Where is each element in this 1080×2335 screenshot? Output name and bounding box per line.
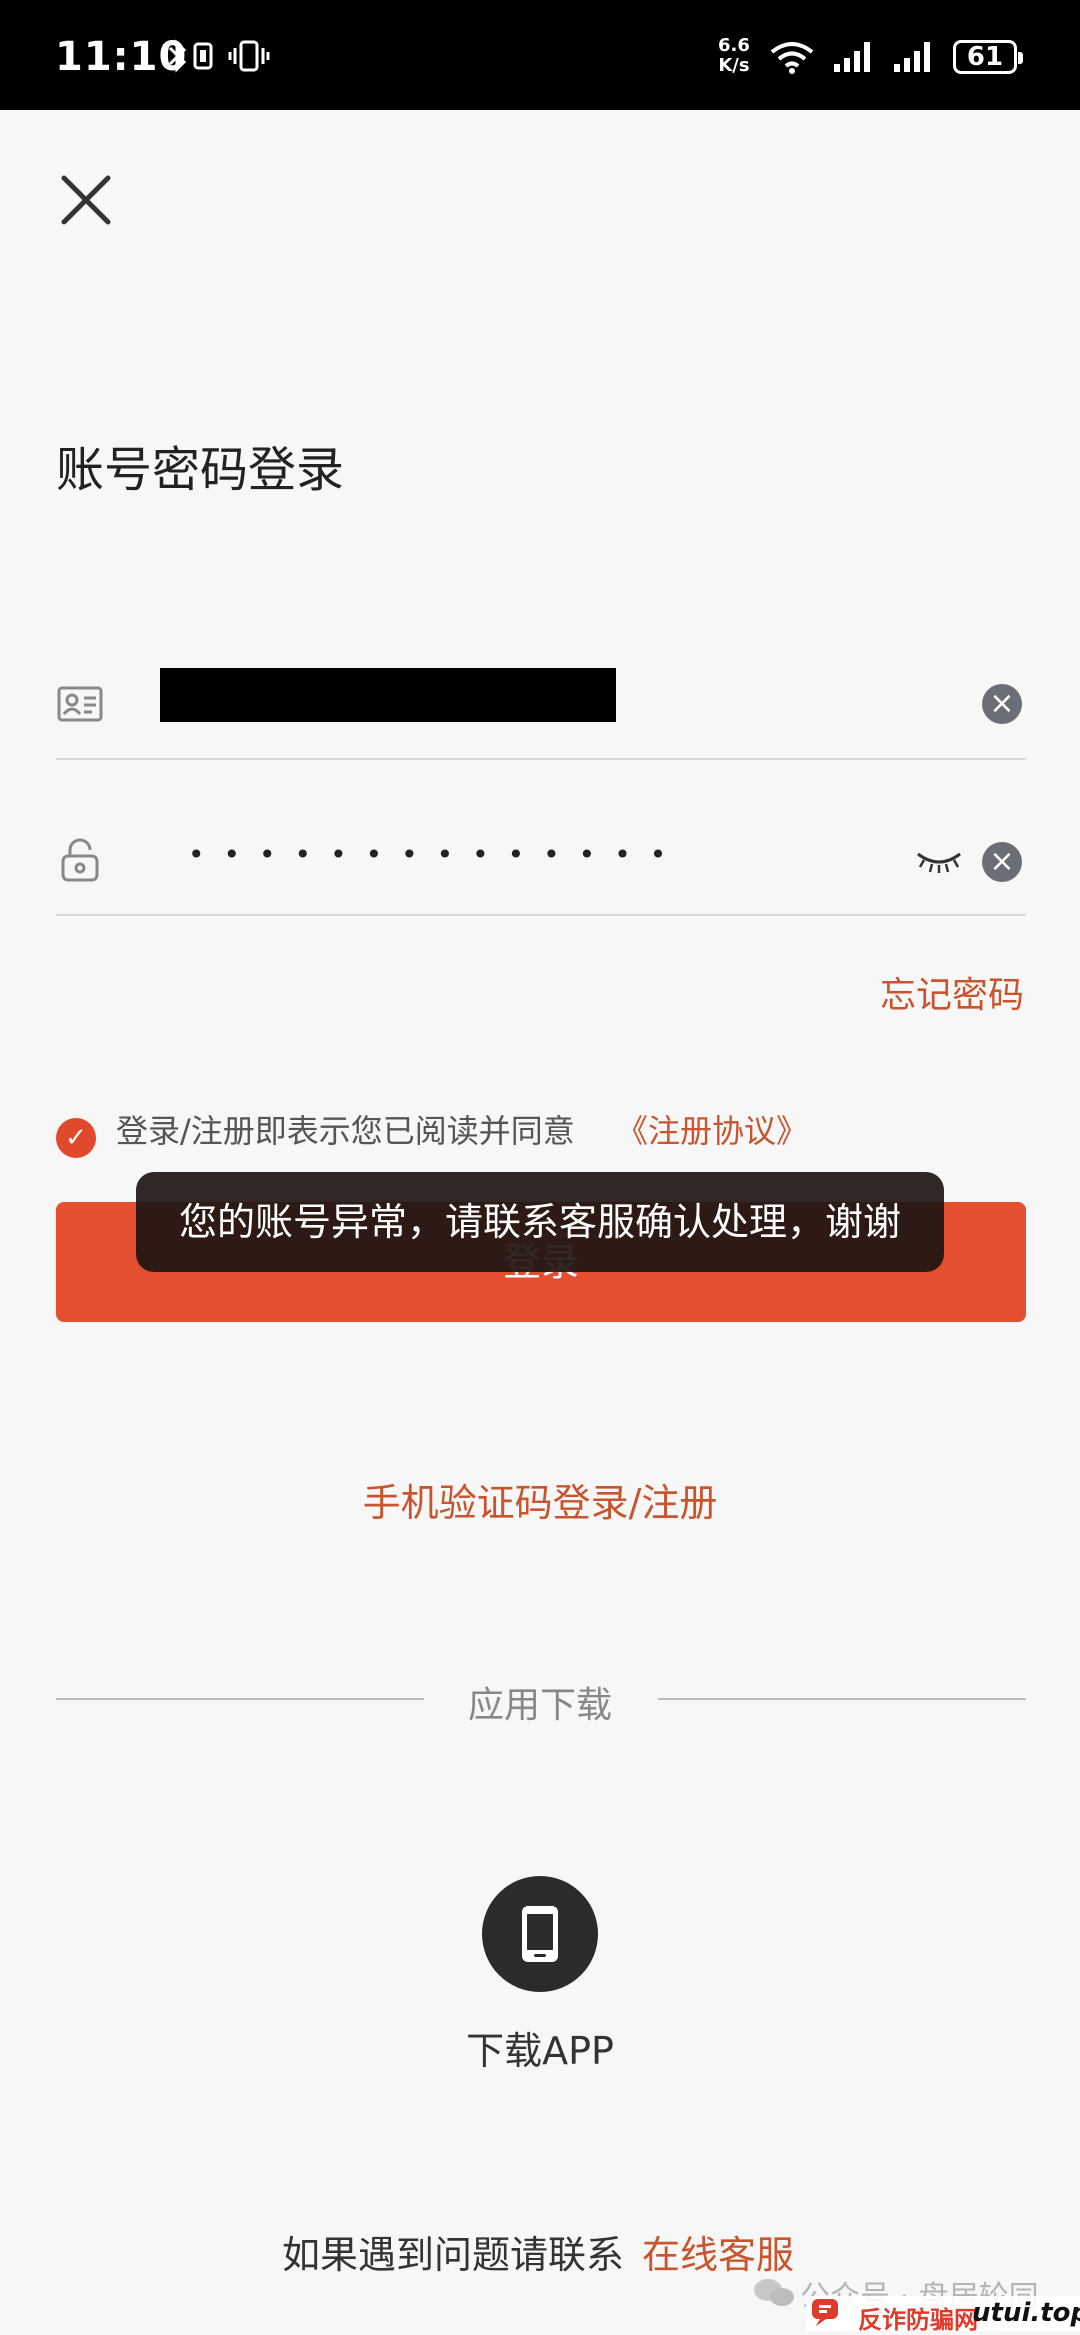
lock-icon: [61, 838, 99, 882]
sms-login-link[interactable]: 手机验证码登录/注册: [0, 1472, 1080, 1527]
password-input[interactable]: ••••••••••••••: [188, 838, 685, 871]
phone-icon: [522, 1906, 558, 1962]
net-speed: 6.6 K/s: [718, 36, 750, 76]
shield-logo-icon: [812, 2299, 838, 2326]
net-speed-value: 6.6: [718, 35, 750, 56]
id-card-icon: [57, 686, 103, 722]
account-divider: [56, 758, 1026, 760]
close-icon[interactable]: [58, 172, 114, 228]
sim-icon: [193, 42, 213, 70]
agreement-checkbox[interactable]: ✓: [56, 1118, 96, 1158]
online-service-link[interactable]: 在线客服: [642, 2224, 794, 2279]
toast-message: 您的账号异常，请联系客服确认处理，谢谢: [136, 1172, 944, 1272]
status-bar: 11:10 6.6 K/s 61: [0, 0, 1080, 110]
account-input[interactable]: [160, 668, 616, 722]
battery-icon: 61: [953, 40, 1023, 74]
watermark-domain: utui.top: [972, 2298, 1080, 2328]
clear-account-icon[interactable]: ×: [982, 684, 1022, 724]
wechat-icon: [754, 2279, 794, 2306]
section-divider-right: [658, 1698, 1026, 1700]
password-divider: [56, 914, 1026, 916]
vibrate-icon: [228, 40, 270, 72]
wifi-icon: [770, 42, 814, 74]
help-text: 如果遇到问题请联系: [282, 2233, 625, 2277]
download-app-label[interactable]: 下载APP: [0, 2020, 1080, 2075]
signal-icon-2: [894, 42, 930, 72]
signal-icon: [834, 42, 870, 72]
download-section-title: 应用下载: [467, 1685, 612, 1726]
agreement-text: 登录/注册即表示您已阅读并同意: [116, 1112, 575, 1150]
page-title: 账号密码登录: [56, 442, 345, 498]
clear-password-icon[interactable]: ×: [982, 842, 1022, 882]
net-speed-unit: K/s: [718, 55, 750, 76]
bluetooth-icon: [168, 39, 187, 73]
watermark-site: 反诈防骗网: [858, 2306, 978, 2334]
agreement-link[interactable]: 《注册协议》: [616, 1106, 808, 1152]
download-app-button[interactable]: [482, 1876, 598, 1992]
forgot-password-link[interactable]: 忘记密码: [880, 966, 1024, 1018]
eye-closed-icon[interactable]: [916, 848, 962, 874]
